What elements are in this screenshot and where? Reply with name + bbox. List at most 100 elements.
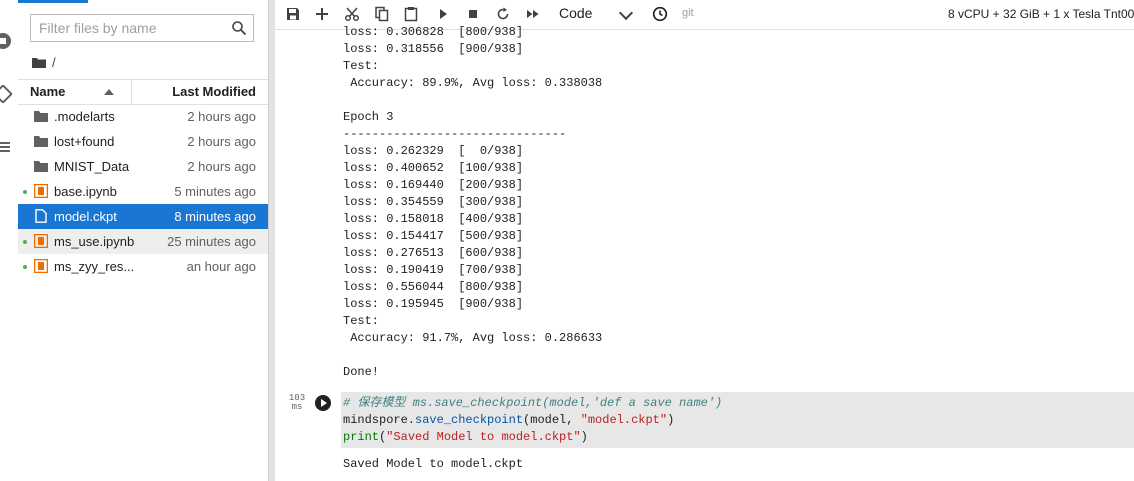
chevron-down-icon	[618, 5, 634, 21]
column-last-modified[interactable]: Last Modified	[172, 84, 256, 99]
run-all-icon[interactable]	[525, 6, 541, 22]
file-row-selected[interactable]: model.ckpt 8 minutes ago	[18, 204, 268, 229]
folder-icon[interactable]	[32, 57, 46, 68]
execution-time-unit: ms	[291, 402, 303, 412]
code-text: # 保存模型 ms.save_checkpoint(model,'def a s…	[343, 395, 722, 446]
output-line: loss: 0.154417 [500/938]	[343, 229, 524, 243]
output-line: loss: 0.195945 [900/938]	[343, 297, 524, 311]
output-line: loss: 0.169440 [200/938]	[343, 178, 524, 192]
save-icon[interactable]	[285, 6, 301, 22]
running-indicator	[23, 190, 27, 194]
output-line: -------------------------------	[343, 127, 567, 141]
execution-time: 103 ms	[288, 394, 306, 412]
notebook-icon	[34, 234, 48, 248]
running-indicator	[23, 265, 27, 269]
file-row[interactable]: ms_use.ipynb 25 minutes ago	[18, 229, 268, 254]
paste-icon[interactable]	[403, 6, 419, 22]
add-cell-icon[interactable]	[314, 6, 330, 22]
file-name: model.ckpt	[54, 209, 117, 224]
file-name: lost+found	[54, 134, 115, 149]
search-icon	[232, 21, 247, 36]
notebook-icon	[34, 259, 48, 273]
file-name: ms_zyy_res...	[54, 259, 135, 274]
toc-icon[interactable]	[0, 138, 12, 156]
active-tab-indicator	[18, 0, 88, 3]
file-modified: 2 hours ago	[187, 109, 256, 124]
code-function: save_checkpoint	[415, 413, 524, 427]
filter-box	[30, 14, 254, 42]
breadcrumb-path[interactable]: /	[52, 55, 56, 70]
code-string: "Saved Model to model.ckpt"	[386, 430, 581, 444]
code-token: mindspore.	[343, 413, 416, 427]
output-line: Test:	[343, 314, 380, 328]
run-icon[interactable]	[435, 6, 451, 22]
restart-icon[interactable]	[495, 6, 511, 22]
stop-icon[interactable]	[465, 6, 481, 22]
file-row[interactable]: base.ipynb 5 minutes ago	[18, 179, 268, 204]
panel-splitter[interactable]	[268, 0, 275, 481]
cell-type-value: Code	[559, 5, 593, 21]
code-token: )	[580, 430, 588, 444]
cell-output-result: Saved Model to model.ckpt	[343, 457, 524, 471]
notebook-panel: Code git 8 vCPU + 32 GiB + 1 x Tesla Tnt…	[275, 0, 1134, 481]
output-line: Accuracy: 91.7%, Avg loss: 0.286633	[343, 331, 603, 345]
output-line: loss: 0.262329 [ 0/938]	[343, 144, 524, 158]
file-row[interactable]: .modelarts 2 hours ago	[18, 104, 268, 129]
code-cell[interactable]: 103 ms # 保存模型 ms.save_checkpoint(model,'…	[285, 390, 1134, 448]
column-name[interactable]: Name	[30, 84, 65, 99]
output-line: Accuracy: 89.9%, Avg loss: 0.338038	[343, 76, 603, 90]
cell-type-select[interactable]: Code	[559, 5, 637, 23]
output-line: Test:	[343, 59, 380, 73]
kernel-resource-info: 8 vCPU + 32 GiB + 1 x Tesla Tnt004	[948, 7, 1134, 21]
git-label[interactable]: git	[682, 7, 694, 19]
notebook-icon	[34, 184, 48, 198]
file-modified: an hour ago	[186, 259, 256, 274]
output-line: Epoch 3	[343, 110, 394, 124]
output-line: loss: 0.276513 [600/938]	[343, 246, 524, 260]
file-row[interactable]: ms_zyy_res... an hour ago	[18, 254, 268, 279]
code-token: (model,	[523, 413, 581, 427]
folder-icon	[34, 161, 48, 172]
output-line: loss: 0.190419 [700/938]	[343, 263, 524, 277]
file-modified: 2 hours ago	[187, 159, 256, 174]
cell-output: loss: 0.306828 [800/938] loss: 0.318556 […	[343, 24, 1123, 381]
folder-icon	[34, 111, 48, 122]
file-list: .modelarts 2 hours ago lost+found 2 hour…	[18, 104, 268, 279]
output-line: loss: 0.556044 [800/938]	[343, 280, 524, 294]
sort-ascending-icon	[104, 89, 114, 95]
output-line: loss: 0.318556 [900/938]	[343, 42, 524, 56]
file-browser: / Name Last Modified .modelarts 2 hours …	[18, 0, 268, 481]
code-string: "model.ckpt"	[580, 413, 668, 427]
code-token: )	[667, 413, 675, 427]
code-editor[interactable]: # 保存模型 ms.save_checkpoint(model,'def a s…	[341, 392, 1134, 448]
file-name: .modelarts	[54, 109, 115, 124]
file-modified: 2 hours ago	[187, 134, 256, 149]
code-builtin: print	[343, 430, 380, 444]
run-cell-button[interactable]	[315, 395, 331, 411]
file-row[interactable]: MNIST_Data 2 hours ago	[18, 154, 268, 179]
cut-icon[interactable]	[344, 6, 360, 22]
git-icon[interactable]	[0, 85, 12, 103]
file-list-header: Name Last Modified	[18, 79, 268, 105]
folder-icon	[34, 136, 48, 147]
file-name: ms_use.ipynb	[54, 234, 135, 249]
file-row[interactable]: lost+found 2 hours ago	[18, 129, 268, 154]
file-name: MNIST_Data	[54, 159, 130, 174]
output-line: loss: 0.354559 [300/938]	[343, 195, 524, 209]
output-line: loss: 0.400652 [100/938]	[343, 161, 524, 175]
filter-input[interactable]	[31, 15, 237, 41]
file-modified: 5 minutes ago	[174, 184, 256, 199]
file-modified: 8 minutes ago	[174, 209, 256, 224]
file-modified: 25 minutes ago	[167, 234, 256, 249]
copy-icon[interactable]	[374, 6, 390, 22]
running-icon[interactable]	[0, 32, 12, 50]
clock-icon[interactable]	[652, 6, 668, 22]
file-icon	[35, 209, 47, 223]
breadcrumb: /	[32, 54, 56, 70]
output-line: Done!	[343, 365, 380, 379]
activity-bar	[0, 0, 19, 481]
output-line: loss: 0.158018 [400/938]	[343, 212, 524, 226]
output-line: loss: 0.306828 [800/938]	[343, 25, 524, 39]
column-divider[interactable]	[131, 80, 132, 104]
